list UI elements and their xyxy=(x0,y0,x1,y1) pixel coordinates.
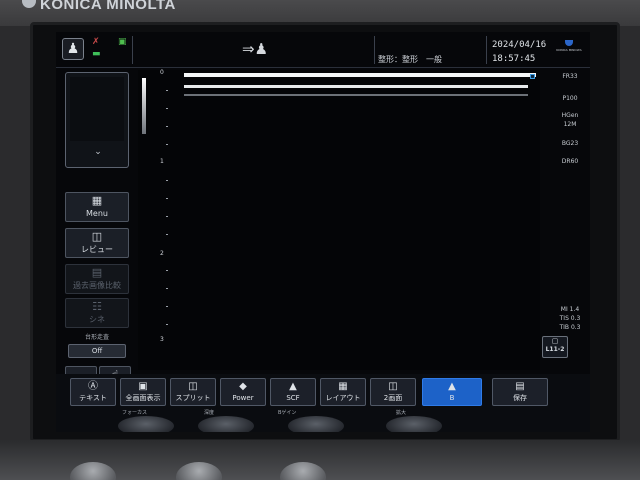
time-display: 18:57:45 xyxy=(492,54,536,64)
brand-logo-small: KONICA MINOLTA xyxy=(556,40,582,52)
depth-scale: 0 1 2 3 xyxy=(138,69,188,370)
scf-icon: ▲ xyxy=(289,381,297,392)
save-button[interactable]: ▤ 保存 xyxy=(492,378,548,406)
ultrasound-image-area[interactable]: 0 1 2 3 xyxy=(138,69,540,370)
person-add-icon[interactable]: ♟ xyxy=(62,38,84,60)
echo-line xyxy=(184,94,528,96)
echo-line xyxy=(184,85,528,88)
scf-button[interactable]: ▲ SCF xyxy=(270,378,316,406)
brand-name: KONICA MINOLTA xyxy=(40,0,176,13)
dual-screen-icon: ◫ xyxy=(388,381,398,392)
param-mi: MI 1.4 xyxy=(560,306,580,313)
power-button[interactable]: ◆ Power xyxy=(220,378,266,406)
cine-button[interactable]: ☷ シネ xyxy=(65,298,129,328)
fullscreen-icon: ▣ xyxy=(138,381,148,392)
probe-patient-icon[interactable]: ⇒♟ xyxy=(242,40,268,58)
review-button[interactable]: ◫ レビュー xyxy=(65,228,129,258)
menu-button[interactable]: ▦ Menu xyxy=(65,192,129,222)
param-frequency: 12M xyxy=(563,121,577,128)
b-gain-dial-label: Bゲイン xyxy=(278,410,297,416)
divider xyxy=(374,36,375,64)
focus-dial[interactable] xyxy=(118,416,174,432)
layout-icon: ▦ xyxy=(338,381,348,392)
depth-label: 3 xyxy=(160,336,164,343)
text-icon: Ⓐ xyxy=(88,381,98,392)
review-icon: ◫ xyxy=(91,230,103,243)
power-icon: ◆ xyxy=(239,381,247,392)
divider xyxy=(132,36,133,64)
param-harmonic: HGen xyxy=(561,112,579,119)
zoom-dial-label: 拡大 xyxy=(396,410,407,416)
b-mode-button[interactable]: ▲ B xyxy=(422,378,482,406)
network-off-icon: ✗ xyxy=(92,37,100,47)
param-frame-rate: FR33 xyxy=(562,73,578,80)
parameter-panel: FR33 P100 HGen 12M BG23 DR60 MI 1.4 TIS … xyxy=(550,70,590,370)
trapezoid-scan-label: 台形走査 xyxy=(84,334,109,341)
storage-icon: ▣ xyxy=(118,37,127,47)
echo-line xyxy=(184,73,536,77)
top-bar: ♟ ✗ ▬ ▣ ⇒♟ 整形：整形 一般 2024/04/16 18:57:45 … xyxy=(56,32,590,68)
fullscreen-button[interactable]: ▣ 全画面表示 xyxy=(120,378,166,406)
cine-icon: ☷ xyxy=(92,300,102,313)
thumbnail-panel[interactable]: ⌄ xyxy=(65,72,129,168)
date-display: 2024/04/16 xyxy=(492,40,547,50)
compare-icon: ▤ xyxy=(91,266,103,279)
layout-button[interactable]: ▦ レイアウト xyxy=(320,378,366,406)
zoom-dial[interactable] xyxy=(386,416,442,432)
bottom-toolbar: Ⓐ テキスト ▣ 全画面表示 ◫ スプリット ◆ Power ▲ SCF ▦ レ… xyxy=(56,374,590,432)
text-button[interactable]: Ⓐ テキスト xyxy=(70,378,116,406)
preset-label[interactable]: 整形：整形 一般 xyxy=(378,54,442,65)
depth-label: 1 xyxy=(160,158,164,165)
param-tib: TIB 0.3 xyxy=(559,324,581,331)
brand-logo-icon xyxy=(565,40,573,46)
param-power: P100 xyxy=(562,95,578,102)
thumbnail-image xyxy=(70,77,124,141)
brand-logo-icon xyxy=(22,0,36,8)
divider xyxy=(486,36,487,64)
depth-dial-label: 深度 xyxy=(204,410,215,416)
usb-icon: ▬ xyxy=(92,49,101,59)
param-dynamic-range: DR60 xyxy=(561,158,579,165)
param-gain: BG23 xyxy=(561,140,579,147)
focus-marker-icon[interactable] xyxy=(530,74,535,79)
left-control-panel: ⌄ ▦ Menu ◫ レビュー ▤ 過去画像比較 ☷ シネ 台形走査 Off xyxy=(56,68,134,358)
split-button[interactable]: ◫ スプリット xyxy=(170,378,216,406)
menu-icon: ▦ xyxy=(91,194,103,207)
compare-past-images-button[interactable]: ▤ 過去画像比較 xyxy=(65,264,129,294)
focus-dial-label: フォーカス xyxy=(122,410,148,416)
split-icon: ◫ xyxy=(188,381,198,392)
probe-selector[interactable]: ▢ L11-2 xyxy=(542,336,568,358)
b-gain-dial[interactable] xyxy=(288,416,344,432)
ultrasound-screen: ♟ ✗ ▬ ▣ ⇒♟ 整形：整形 一般 2024/04/16 18:57:45 … xyxy=(56,32,590,432)
save-icon: ▤ xyxy=(515,381,525,392)
depth-label: 0 xyxy=(160,69,164,76)
trapezoid-scan-toggle[interactable]: Off xyxy=(68,344,126,358)
depth-dial[interactable] xyxy=(198,416,254,432)
dual-screen-button[interactable]: ◫ 2画面 xyxy=(370,378,416,406)
depth-label: 2 xyxy=(160,250,164,257)
b-mode-icon: ▲ xyxy=(448,381,456,392)
param-tis: TIS 0.3 xyxy=(559,315,581,322)
probe-icon: ▢ xyxy=(551,337,559,345)
chevron-down-icon[interactable]: ⌄ xyxy=(92,147,104,159)
